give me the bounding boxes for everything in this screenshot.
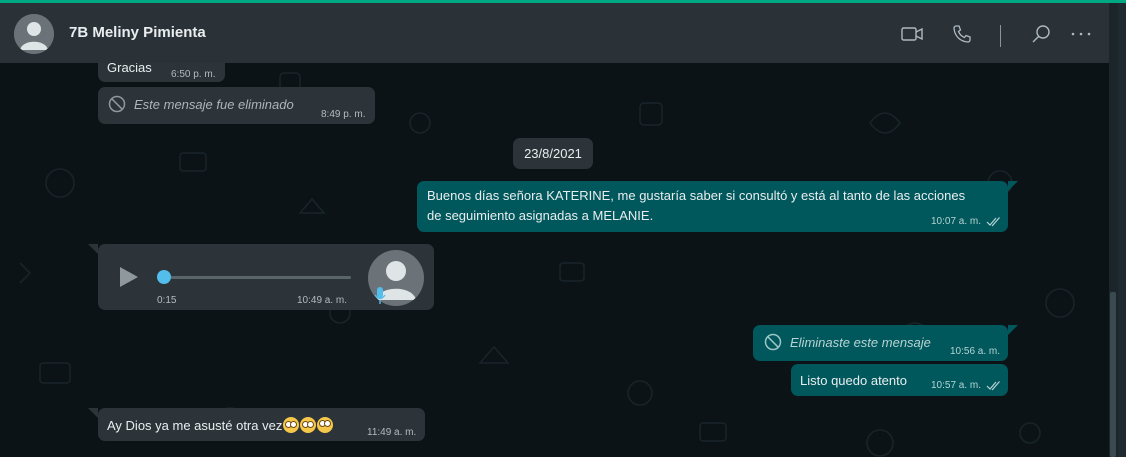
menu-button[interactable]	[1069, 22, 1093, 46]
message-text-line-2: de seguimiento asignadas a MELANIE.	[427, 208, 654, 223]
voice-duration: 0:15	[157, 295, 177, 306]
incoming-message[interactable]: Ay Dios ya me asusté otra vez 11:49 a. m…	[98, 408, 425, 441]
message-time: 8:49 p. m.	[321, 109, 366, 120]
contact-name[interactable]: 7B Meliny Pimienta	[69, 24, 206, 41]
outgoing-deleted-message[interactable]: Eliminaste este mensaje 10:56 a. m.	[753, 325, 1008, 361]
video-call-icon	[901, 27, 923, 41]
bubble-tail	[88, 244, 98, 254]
window-edge	[1118, 3, 1126, 457]
video-call-button[interactable]	[900, 22, 924, 46]
incoming-message[interactable]: Gracias 6:50 p. m.	[98, 63, 225, 82]
voice-message[interactable]: 0:15 10:49 a. m.	[98, 244, 434, 310]
play-icon[interactable]	[118, 265, 140, 289]
default-avatar-icon	[14, 14, 54, 54]
flushed-face-emoji	[300, 417, 317, 433]
bubble-tail	[1008, 325, 1018, 335]
voice-progress-track[interactable]	[161, 276, 351, 279]
bubble-tail	[1008, 181, 1018, 191]
message-text: Ay Dios ya me asusté otra vez	[107, 417, 334, 433]
date-divider: 23/8/2021	[513, 138, 593, 169]
message-text: Eliminaste este mensaje	[790, 335, 931, 350]
message-time: 10:56 a. m.	[950, 346, 1001, 357]
double-check-icon	[986, 381, 1000, 391]
flushed-face-emoji	[283, 417, 300, 433]
message-text-content: Ay Dios ya me asusté otra vez	[107, 418, 283, 433]
search-button[interactable]	[1029, 22, 1053, 46]
voice-call-icon	[953, 25, 971, 43]
chat-header: 7B Meliny Pimienta	[0, 3, 1118, 63]
message-text: Gracias	[107, 63, 152, 75]
deleted-message-icon	[108, 95, 126, 113]
scrollbar-thumb[interactable]	[1110, 292, 1116, 457]
eye-roll-emoji	[317, 417, 334, 433]
outgoing-message[interactable]: Listo quedo atento 10:57 a. m.	[791, 364, 1008, 396]
message-time: 10:07 a. m.	[931, 216, 982, 227]
message-list[interactable]: Gracias 6:50 p. m. Este mensaje fue elim…	[0, 63, 1109, 457]
message-time: 10:49 a. m.	[297, 295, 348, 306]
search-icon	[1032, 25, 1050, 43]
message-text: Este mensaje fue eliminado	[134, 97, 294, 112]
voice-call-button[interactable]	[950, 22, 974, 46]
deleted-message[interactable]: Este mensaje fue eliminado 8:49 p. m.	[98, 87, 375, 124]
voice-progress-knob[interactable]	[157, 270, 171, 284]
header-divider	[1000, 25, 1001, 47]
message-text-line-1: Buenos días señora KATERINE, me gustaría…	[427, 188, 966, 203]
more-options-icon	[1071, 32, 1091, 36]
avatar[interactable]	[14, 14, 54, 54]
message-time: 10:57 a. m.	[931, 380, 982, 391]
message-time: 6:50 p. m.	[171, 69, 216, 80]
double-check-icon	[986, 217, 1000, 227]
microphone-icon	[374, 287, 386, 304]
message-text: Listo quedo atento	[800, 373, 907, 388]
deleted-message-icon	[764, 333, 782, 351]
outgoing-message[interactable]: Buenos días señora KATERINE, me gustaría…	[417, 181, 1008, 232]
message-time: 11:49 a. m.	[367, 427, 417, 438]
bubble-tail	[88, 408, 98, 418]
